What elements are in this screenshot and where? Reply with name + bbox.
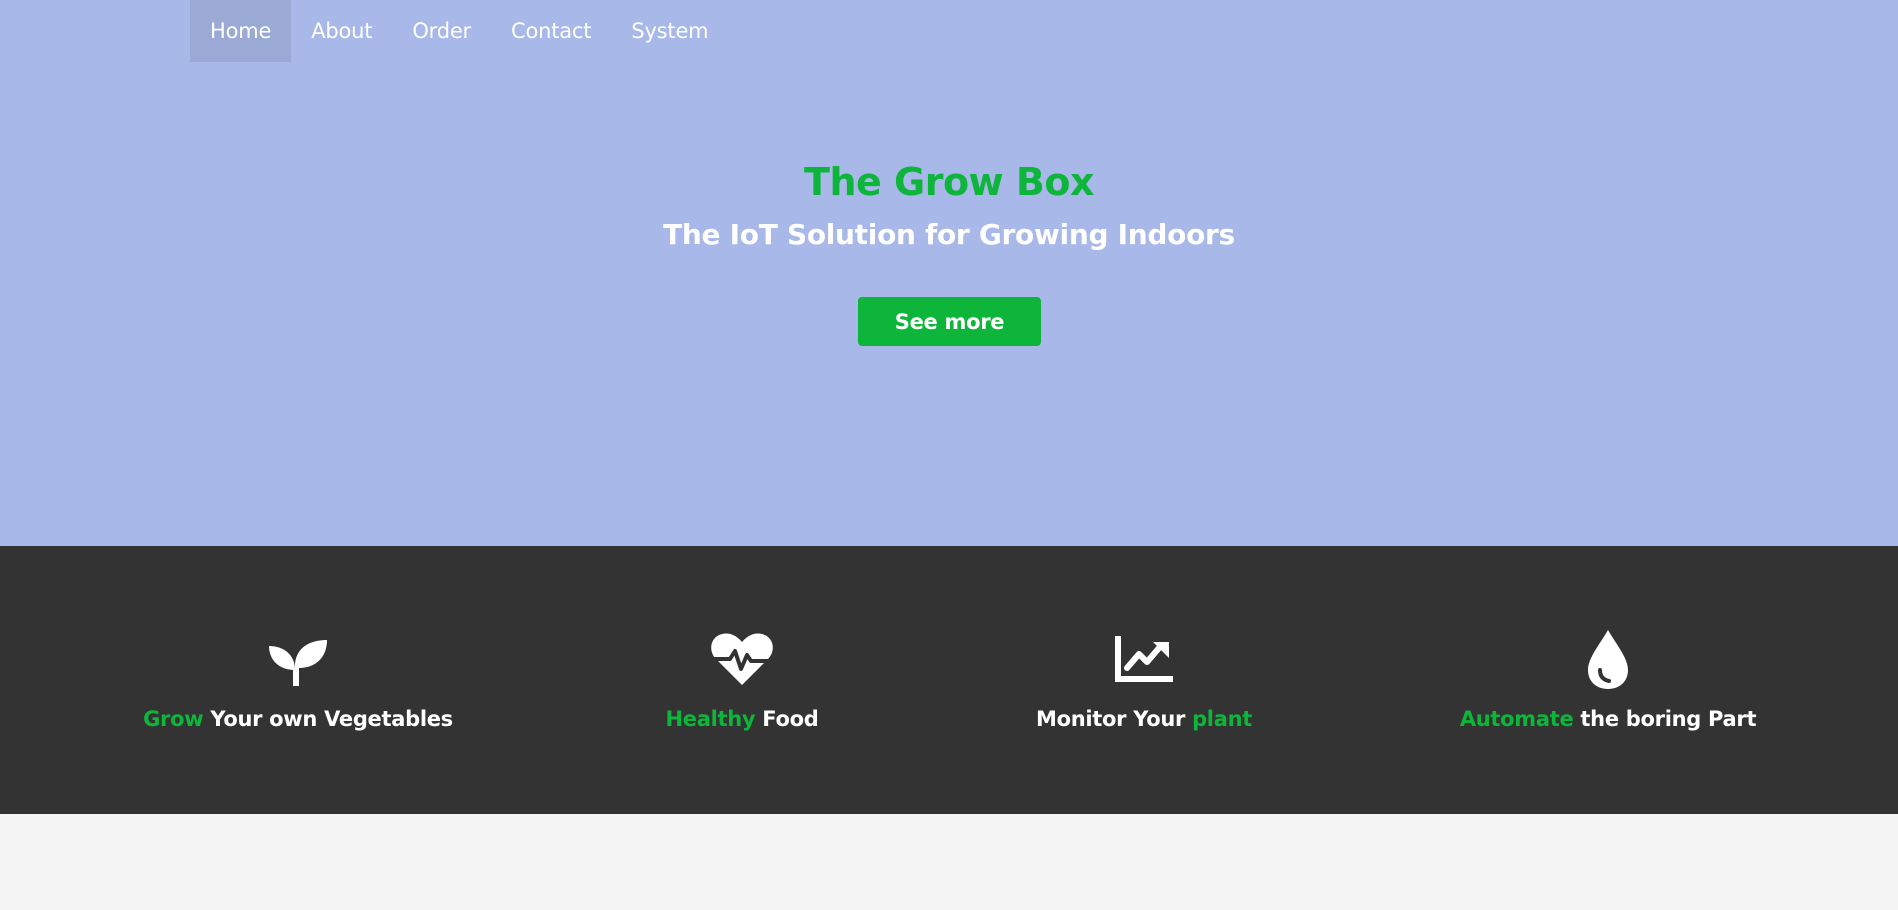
feature-label: Monitor Your plant [944,707,1344,731]
feature-text: the boring Part [1573,707,1757,731]
feature-monitor: Monitor Your plant [944,546,1344,814]
feature-text: Food [755,707,819,731]
hero-title: The Grow Box [804,160,1094,204]
nav-about[interactable]: About [291,0,392,62]
nav-home[interactable]: Home [190,0,292,62]
feature-text: Your own Vegetables [203,707,453,731]
hero-subtitle: The IoT Solution for Growing Indoors [663,218,1235,251]
chart-line-icon [1111,626,1177,692]
feature-grow: Grow Your own Vegetables [98,546,498,814]
feature-label: Automate the boring Part [1408,707,1808,731]
water-drop-icon [1575,626,1641,692]
nav-system[interactable]: System [611,0,728,62]
nav-order[interactable]: Order [392,0,491,62]
feature-healthy: Healthy Food [542,546,942,814]
feature-label: Grow Your own Vegetables [98,707,498,731]
seedling-icon [265,626,331,692]
see-more-button[interactable]: See more [858,297,1041,346]
features-section: Grow Your own Vegetables Healthy Food Mo… [0,546,1898,814]
heartbeat-icon [709,626,775,692]
feature-automate: Automate the boring Part [1408,546,1808,814]
feature-highlight: Healthy [665,707,756,731]
nav-contact[interactable]: Contact [491,0,611,62]
top-nav: Home About Order Contact System [190,0,728,62]
feature-label: Healthy Food [542,707,942,731]
feature-text: Monitor Your [1036,707,1193,731]
hero-section: Home About Order Contact System The Grow… [0,0,1898,546]
feature-highlight: plant [1192,707,1252,731]
feature-highlight: Automate [1459,707,1574,731]
feature-highlight: Grow [143,707,204,731]
